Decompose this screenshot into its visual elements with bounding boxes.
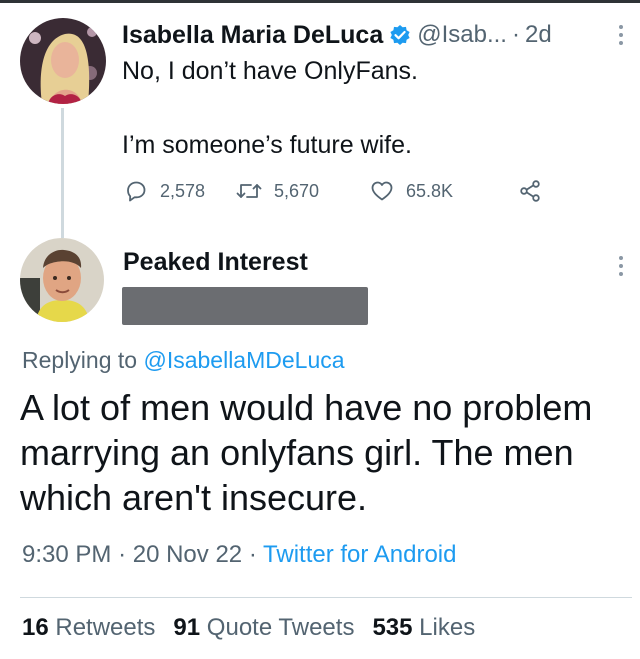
likes-count: 535: [372, 614, 413, 641]
quote-tweets-stat-link[interactable]: 91 Quote Tweets: [173, 614, 354, 642]
replying-to-mention-link[interactable]: @IsabellaMDeLuca: [143, 347, 344, 373]
top-border: [0, 0, 640, 3]
like-count: 65.8K: [406, 180, 454, 201]
thread-connector-line: [61, 108, 64, 238]
share-button[interactable]: [518, 176, 542, 206]
quote-tweets-count: 91: [173, 614, 201, 641]
likes-label: Likes: [419, 614, 476, 641]
reply-author-name[interactable]: Peaked Interest: [123, 248, 308, 277]
author-name[interactable]: Isabella Maria DeLuca: [122, 21, 383, 50]
more-icon[interactable]: [618, 255, 624, 277]
quote-tweets-label: Quote Tweets: [206, 614, 355, 641]
like-icon: [371, 181, 393, 201]
more-icon[interactable]: [618, 24, 624, 46]
separator-dot: ·: [118, 541, 127, 568]
retweets-count: 16: [22, 614, 49, 641]
replying-to-label: Replying to: [22, 347, 138, 373]
tweet-text-line: I’m someone’s future wife.: [122, 131, 412, 159]
reply-button[interactable]: 2,578: [124, 176, 205, 206]
separator-dot: ·: [511, 21, 520, 48]
author-avatar[interactable]: [20, 18, 106, 104]
separator-dot: ·: [248, 541, 257, 568]
like-button[interactable]: 65.8K: [370, 176, 453, 206]
engagement-stats: 16 Retweets 91 Quote Tweets 535 Likes: [22, 614, 493, 642]
retweet-button[interactable]: 5,670: [236, 176, 319, 206]
reply-author-avatar[interactable]: [20, 238, 104, 322]
tweet-text-line: No, I don’t have OnlyFans.: [122, 57, 418, 85]
tweet-meta: 9:30 PM · 20 Nov 22 · Twitter for Androi…: [22, 541, 456, 569]
retweet-count: 5,670: [274, 180, 320, 201]
redacted-handle-bar: [122, 287, 368, 325]
tweet-source-link[interactable]: Twitter for Android: [263, 541, 456, 568]
tweet-time-link[interactable]: 9:30 PM: [22, 541, 111, 568]
tweet-date-link[interactable]: 20 Nov 22: [133, 541, 242, 568]
author-handle[interactable]: @Isab...: [417, 21, 507, 49]
reply-icon: [127, 181, 146, 202]
likes-stat-link[interactable]: 535 Likes: [372, 614, 475, 642]
reply-tweet-text: A lot of men would have no problem marry…: [20, 387, 593, 518]
parent-tweet-header: Isabella Maria DeLuca @Isab... · 2d: [122, 18, 627, 52]
retweets-label: Retweets: [55, 614, 156, 641]
verified-badge-icon: [389, 24, 411, 46]
tweet-time[interactable]: 2d: [525, 21, 552, 49]
replying-to-line: Replying to @IsabellaMDeLuca: [22, 347, 345, 374]
retweets-stat-link[interactable]: 16 Retweets: [22, 614, 155, 642]
share-icon: [520, 180, 540, 202]
retweet-icon: [236, 184, 262, 198]
reply-count: 2,578: [160, 180, 206, 201]
divider: [20, 597, 632, 598]
